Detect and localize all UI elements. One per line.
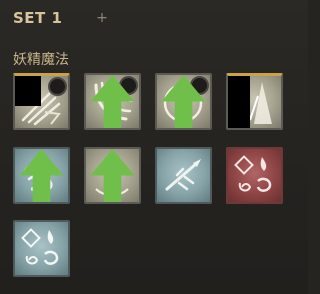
skill-slot-9[interactable] [13, 220, 70, 277]
cooldown-indicator [48, 77, 67, 96]
skill-slot-3[interactable] [155, 73, 212, 130]
element-fusion-icon [21, 228, 59, 265]
locked-overlay [228, 76, 250, 128]
skill-set-panel: SET 1 + 妖精魔法 [0, 0, 308, 294]
category-label: 妖精魔法 [13, 52, 69, 68]
set-title[interactable]: SET 1 [13, 9, 62, 27]
upgrade-arrow-icon [90, 75, 135, 128]
skill-slot-6[interactable] [84, 147, 141, 204]
skill-slot-8[interactable] [226, 147, 283, 204]
element-fusion-icon [234, 155, 272, 192]
locked-overlay [15, 76, 41, 106]
upgrade-arrow-icon [90, 149, 135, 202]
skill-slot-7[interactable] [155, 147, 212, 204]
upgrade-arrow-icon [161, 75, 206, 128]
leaf-dash-icon [165, 159, 201, 191]
skill-slot-2[interactable] [84, 73, 141, 130]
plus-icon[interactable]: + [95, 9, 109, 27]
skill-slot-4[interactable] [226, 73, 283, 130]
skill-slot-5[interactable] [13, 147, 70, 204]
upgrade-arrow-icon [19, 149, 64, 202]
skill-slot-1[interactable] [13, 73, 70, 130]
